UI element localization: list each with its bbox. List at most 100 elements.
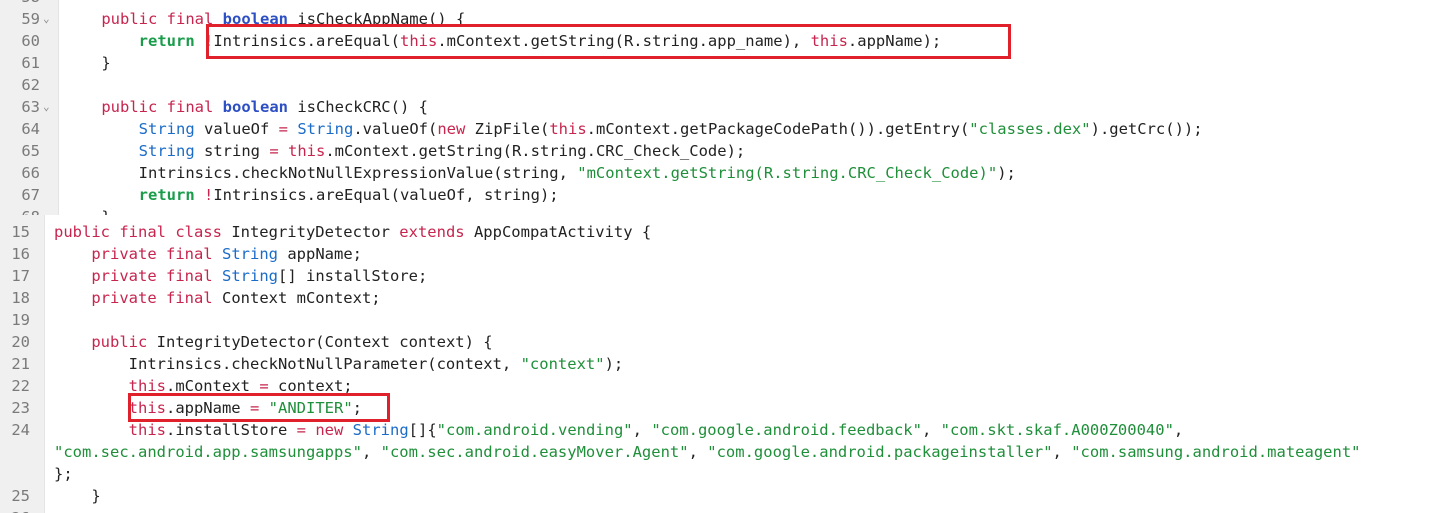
code-token: AppCompatActivity {: [464, 223, 652, 241]
code-token: "mContext.getString(R.string.CRC_Check_C…: [577, 164, 998, 182]
code-line: 67 return !Intrinsics.areEqual(valueOf, …: [0, 184, 1455, 206]
code-token: extends: [399, 223, 465, 241]
code-token: ZipFile(: [465, 120, 550, 138]
code-token: ).getCrc());: [1090, 120, 1203, 138]
code-text: public final boolean isCheckCRC() {: [64, 96, 428, 118]
code-token: isCheckCRC() {: [287, 98, 428, 116]
line-number: 18: [11, 289, 30, 307]
highlight-box-appname-check: [206, 24, 1011, 59]
line-number: 65: [21, 142, 40, 160]
code-token: IntegrityDetector(Context context) {: [147, 333, 493, 351]
code-text: private final Context mContext;: [54, 287, 381, 309]
line-number: 26: [0, 507, 30, 513]
code-line: 62: [0, 74, 1455, 96]
code-token: =: [278, 120, 288, 138]
code-line: 64 String valueOf = String.valueOf(new Z…: [0, 118, 1455, 140]
code-token: ,: [688, 443, 708, 461]
code-line: 26: [0, 507, 1455, 513]
code-token: }: [64, 208, 110, 215]
code-token: private final: [91, 245, 213, 263]
code-token: public final: [101, 98, 223, 116]
code-text: return !Intrinsics.areEqual(valueOf, str…: [64, 184, 559, 206]
code-text: }: [64, 206, 110, 215]
code-token: "com.google.android.packageinstaller": [707, 443, 1053, 461]
code-token: "com.google.android.feedback": [651, 421, 922, 439]
code-token: "com.samsung.android.mateagent": [1071, 443, 1361, 461]
line-number: 15: [11, 223, 30, 241]
line-number: 62: [21, 76, 40, 94]
code-token: };: [54, 465, 73, 483]
code-line: 25 }: [0, 485, 1455, 507]
code-text: "com.sec.android.app.samsungapps", "com.…: [54, 441, 1361, 463]
code-token: new: [315, 421, 344, 439]
code-token: String: [138, 142, 195, 160]
line-number: 16: [11, 245, 30, 263]
code-token: =: [269, 142, 279, 160]
code-token: ,: [361, 443, 381, 461]
fold-chevron-icon[interactable]: ⌄: [43, 8, 50, 30]
code-token: ,: [1052, 443, 1072, 461]
line-number: 68: [0, 206, 40, 215]
line-number: 20: [11, 333, 30, 351]
code-token: ,: [1173, 421, 1184, 439]
code-token: }: [54, 487, 101, 505]
code-text: private final String[] installStore;: [54, 265, 427, 287]
code-line: 15 public final class IntegrityDetector e…: [0, 221, 1455, 243]
code-text: }: [64, 52, 111, 74]
code-token: "com.android.vending": [436, 421, 633, 439]
code-line: };: [0, 463, 1455, 485]
code-token: .mContext.getString(R.string.CRC_Check_C…: [325, 142, 746, 160]
line-number: 25: [11, 487, 30, 505]
decompiled-code-pane-top: 5859⌄ public final boolean isCheckAppNam…: [0, 0, 1455, 215]
code-token: Context mContext;: [212, 289, 381, 307]
code-token: this: [288, 142, 326, 160]
code-text: }: [54, 485, 101, 507]
code-token: "classes.dex": [969, 120, 1091, 138]
code-text: public IntegrityDetector(Context context…: [54, 331, 493, 353]
code-token: public final: [101, 10, 223, 28]
code-token: String: [222, 267, 278, 285]
code-line: 17 private final String[] installStore;: [0, 265, 1455, 287]
code-token: public final class: [54, 223, 222, 241]
code-line: 19: [0, 309, 1455, 331]
code-line: 63 ⌄ public final boolean isCheckCRC() {: [0, 96, 1455, 118]
code-line: 18 private final Context mContext;: [0, 287, 1455, 309]
decompiled-code-pane-bottom: 15 public final class IntegrityDetector e…: [0, 215, 1455, 513]
code-token: public: [91, 333, 148, 351]
code-line: 16 private final String appName;: [0, 243, 1455, 265]
code-text: Intrinsics.checkNotNullExpressionValue(s…: [64, 162, 1016, 184]
code-token: );: [997, 164, 1016, 182]
code-token: valueOf: [194, 120, 279, 138]
code-line: 21 Intrinsics.checkNotNullParameter(cont…: [0, 353, 1455, 375]
fold-chevron-icon[interactable]: ⌄: [43, 96, 50, 118]
code-token: }: [64, 54, 111, 72]
code-token: Intrinsics.areEqual(valueOf, string);: [213, 186, 559, 204]
line-number: 60: [21, 32, 40, 50]
code-token: String: [352, 421, 409, 439]
code-token: Intrinsics.checkNotNullExpressionValue(s…: [64, 164, 578, 182]
line-number: 24: [11, 421, 30, 439]
code-token: "com.sec.android.app.samsungapps": [54, 443, 362, 461]
code-token: return: [138, 32, 195, 50]
code-text: String valueOf = String.valueOf(new ZipF…: [64, 118, 1203, 140]
line-number: 59: [21, 10, 40, 28]
code-token: "context": [520, 355, 605, 373]
code-token: "com.sec.android.easyMover.Agent": [380, 443, 689, 461]
code-text: Intrinsics.checkNotNullParameter(context…: [54, 353, 624, 375]
